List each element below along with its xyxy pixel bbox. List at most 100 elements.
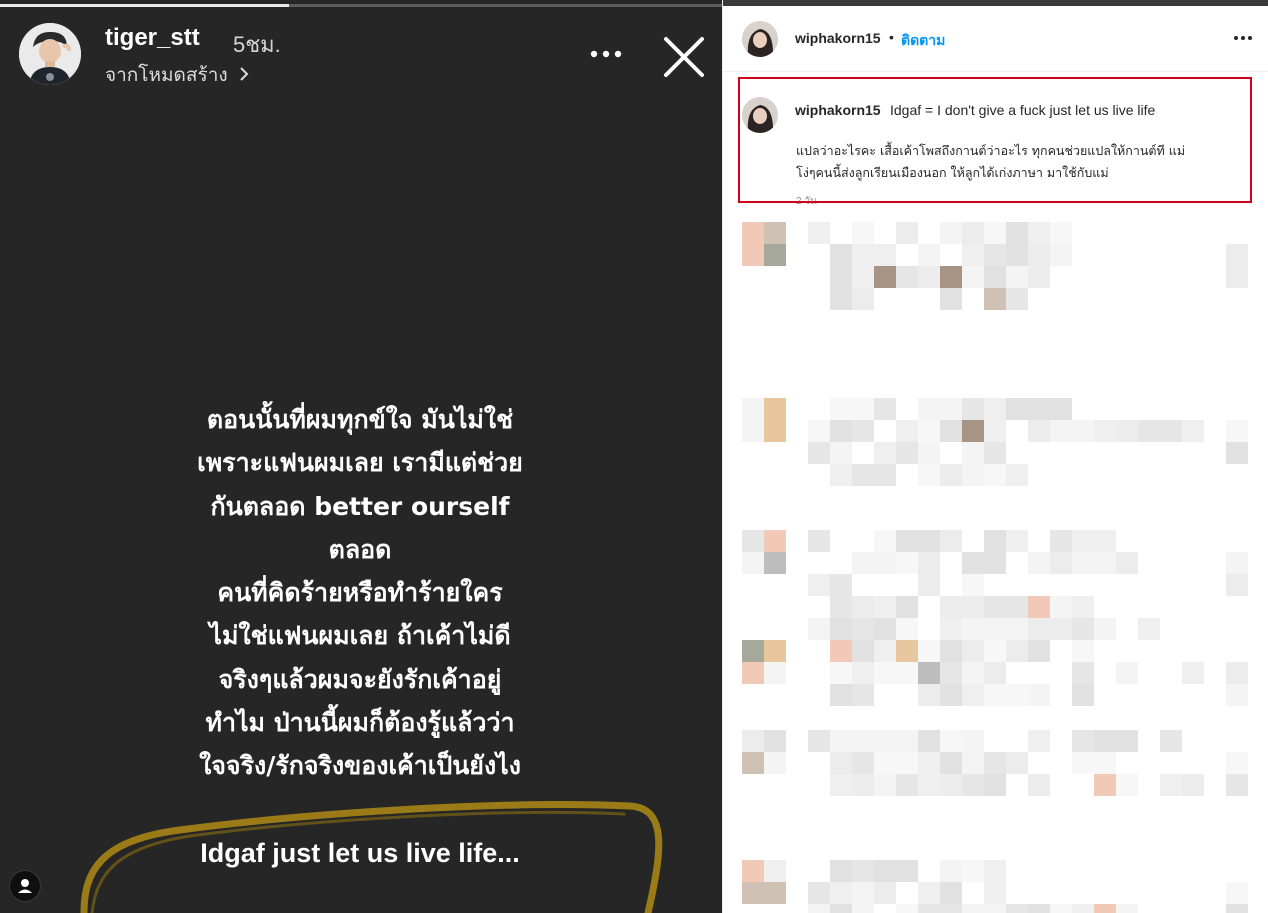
pixel-block [896, 552, 918, 574]
pixel-block [962, 684, 984, 706]
pixel-block [830, 398, 852, 420]
pixel-block [808, 618, 830, 640]
pixel-block [962, 662, 984, 684]
pixel-block [940, 530, 962, 552]
pixel-block [764, 752, 786, 774]
pixel-block [1226, 882, 1248, 904]
pixel-block [984, 420, 1006, 442]
story-text-line: ตอนนั้นที่ผมทุกข์ใจ มันไม่ใช่ [206, 405, 514, 434]
story-subtitle-label: จากโหมดสร้าง [105, 65, 228, 86]
pixel-block [984, 684, 1006, 706]
post-author-avatar[interactable] [742, 21, 778, 57]
pixel-block [1072, 552, 1094, 574]
pixel-block [852, 662, 874, 684]
pixel-block [830, 442, 852, 464]
pixel-block [742, 244, 764, 266]
pixel-block [940, 640, 962, 662]
pixel-block [1182, 774, 1204, 796]
pixel-block [1226, 774, 1248, 796]
pixel-block [852, 752, 874, 774]
pixel-block [874, 882, 896, 904]
pixel-block [1094, 730, 1116, 752]
pixel-block [830, 420, 852, 442]
close-icon[interactable] [660, 33, 708, 81]
pixel-block [1050, 398, 1072, 420]
pixel-block [1028, 774, 1050, 796]
pixel-block [962, 464, 984, 486]
pixel-block [1094, 420, 1116, 442]
pixel-block [874, 552, 896, 574]
pixel-block [874, 530, 896, 552]
story-progress-fill [0, 4, 289, 7]
story-avatar[interactable] [19, 23, 81, 85]
pixel-block [962, 618, 984, 640]
story-subtitle[interactable]: จากโหมดสร้าง [105, 60, 249, 90]
pixel-block [918, 752, 940, 774]
pixel-block [1072, 662, 1094, 684]
pixel-block [764, 244, 786, 266]
pixel-block [1028, 420, 1050, 442]
post-panel: wiphakorn15 • ติดตาม wiphakorn15 Idgaf =… [722, 0, 1268, 913]
pixel-block [1028, 904, 1050, 913]
pixel-block [830, 266, 852, 288]
pixel-block [1006, 618, 1028, 640]
pixel-block [1006, 640, 1028, 662]
pixel-block [1006, 266, 1028, 288]
pixel-block [852, 904, 874, 913]
pixel-block [1050, 618, 1072, 640]
story-text: ตอนนั้นที่ผมทุกข์ใจ มันไม่ใช่ เพราะแฟนผม… [80, 398, 640, 788]
pixel-block [852, 552, 874, 574]
pixel-block [940, 288, 962, 310]
pixel-block [984, 398, 1006, 420]
post-author-username[interactable]: wiphakorn15 [795, 30, 881, 46]
pixel-block [984, 552, 1006, 574]
pixel-block [742, 530, 764, 552]
pixel-block [852, 860, 874, 882]
pixel-block [984, 596, 1006, 618]
pixel-block [940, 618, 962, 640]
more-horizontal-icon[interactable] [1231, 28, 1255, 48]
pixel-block [1226, 904, 1248, 913]
pixel-block [764, 420, 786, 442]
pixel-block [984, 464, 1006, 486]
pixel-block [940, 730, 962, 752]
pixel-block [764, 552, 786, 574]
pixel-block [808, 882, 830, 904]
person-icon[interactable] [9, 870, 41, 902]
pixel-block [1006, 904, 1028, 913]
pixel-block [1226, 442, 1248, 464]
pixel-block [940, 752, 962, 774]
pixel-block [962, 752, 984, 774]
pixel-block [896, 420, 918, 442]
more-horizontal-icon[interactable] [584, 36, 630, 70]
pixel-block [984, 244, 1006, 266]
pixel-block [1226, 662, 1248, 684]
pixel-block [962, 398, 984, 420]
pixel-block [764, 730, 786, 752]
pixel-block [764, 860, 786, 882]
pixel-block [1072, 420, 1094, 442]
pixel-block [962, 730, 984, 752]
story-username[interactable]: tiger_stt [105, 24, 200, 52]
story-progress-bar [0, 4, 722, 7]
pixel-block [742, 222, 764, 244]
pixel-block [1072, 640, 1094, 662]
pixel-block [984, 640, 1006, 662]
pixel-block [1006, 530, 1028, 552]
post-header: wiphakorn15 • ติดตาม [723, 6, 1268, 72]
pixel-block [1160, 774, 1182, 796]
follow-button[interactable]: ติดตาม [901, 30, 945, 52]
pixel-block [874, 730, 896, 752]
pixel-block [918, 730, 940, 752]
pixel-block [896, 266, 918, 288]
pixel-block [874, 640, 896, 662]
pixel-block [1028, 266, 1050, 288]
pixel-block [1028, 618, 1050, 640]
pixel-block [962, 222, 984, 244]
pixel-block [1072, 530, 1094, 552]
story-time: 5ชม. [233, 32, 281, 57]
story-text-line: จริงๆแล้วผมจะยังรักเค้าอยู่ [218, 664, 502, 694]
pixel-block [852, 684, 874, 706]
pixel-block [962, 640, 984, 662]
pixel-block [874, 662, 896, 684]
